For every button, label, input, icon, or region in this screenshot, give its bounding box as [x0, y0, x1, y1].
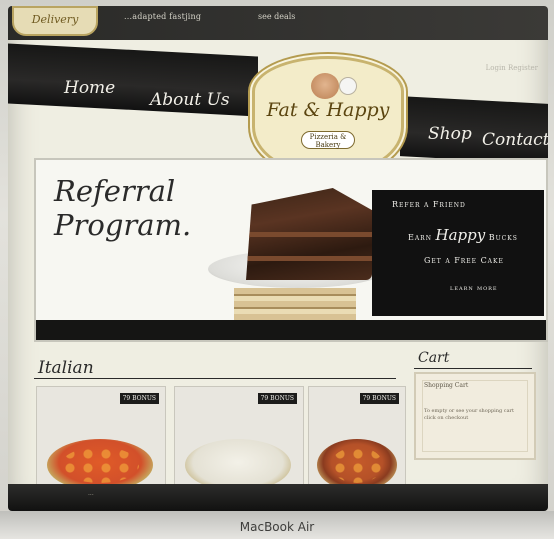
site-logo[interactable]: Fat & Happy Pizzeria & Bakery — [252, 56, 404, 174]
book-stack-image — [234, 288, 356, 320]
menu-free-cake[interactable]: Get a Free Cake — [424, 256, 504, 265]
price-tag: 79 BONUS — [119, 393, 159, 404]
hero-bottom-band — [36, 320, 546, 340]
chef-hat-icon — [339, 77, 357, 95]
cart-section-title: Cart — [418, 350, 450, 366]
device-label: MacBook Air — [239, 520, 315, 534]
italian-section-title: Italian — [38, 358, 94, 378]
delivery-badge-label: Delivery — [31, 13, 79, 26]
cart-message[interactable]: To empty or see your shopping cart click… — [424, 408, 520, 422]
nav-contact[interactable]: Contact — [482, 130, 548, 150]
price-tag: 79 BONUS — [257, 393, 297, 404]
menu-earn-bucks[interactable]: Earn Happy Bucks — [408, 226, 518, 244]
menu-learn-more[interactable]: learn more — [450, 284, 498, 292]
logo-subtitle: Pizzeria & Bakery — [301, 131, 355, 149]
menu-refer-friend[interactable]: Refer a Friend — [392, 200, 466, 209]
italian-underline — [34, 378, 396, 379]
nav-shop[interactable]: Shop — [428, 124, 472, 144]
logo-title: Fat & Happy — [266, 99, 390, 121]
top-tagline: ...adapted fastjing — [124, 12, 202, 21]
footer-text: ... — [88, 490, 94, 497]
menu-earn-pre: Earn — [408, 233, 432, 242]
baby-face-icon — [311, 73, 339, 99]
menu-earn-post: Bucks — [488, 233, 518, 242]
menu-earn-script: Happy — [435, 226, 486, 244]
top-deals-link[interactable]: see deals — [258, 12, 295, 21]
hero-banner: Referral Program. Refer a Friend Earn Ha… — [34, 158, 548, 342]
hero-heading-line1: Referral — [54, 174, 176, 208]
cart-panel: Shopping Cart To empty or see your shopp… — [414, 372, 536, 460]
cart-underline — [414, 368, 532, 369]
top-bar: Delivery ...adapted fastjing see deals — [8, 6, 548, 40]
laptop-bezel: MacBook Air — [0, 511, 554, 539]
account-links[interactable]: Login Register — [486, 64, 538, 72]
delivery-badge[interactable]: Delivery — [12, 6, 98, 36]
footer-strip: ... — [8, 484, 548, 511]
chocolate-cake-image — [246, 188, 372, 280]
nav-home[interactable]: Home — [64, 78, 115, 98]
referral-menu: Refer a Friend Earn Happy Bucks Get a Fr… — [372, 190, 544, 316]
hero-heading: Referral Program. — [54, 174, 191, 242]
browser-screen: Delivery ...adapted fastjing see deals L… — [8, 6, 548, 511]
nav-about-us[interactable]: About Us — [150, 90, 230, 110]
hero-heading-line2: Program. — [54, 208, 192, 242]
price-tag: 79 BONUS — [359, 393, 399, 404]
cart-heading: Shopping Cart — [424, 382, 469, 389]
